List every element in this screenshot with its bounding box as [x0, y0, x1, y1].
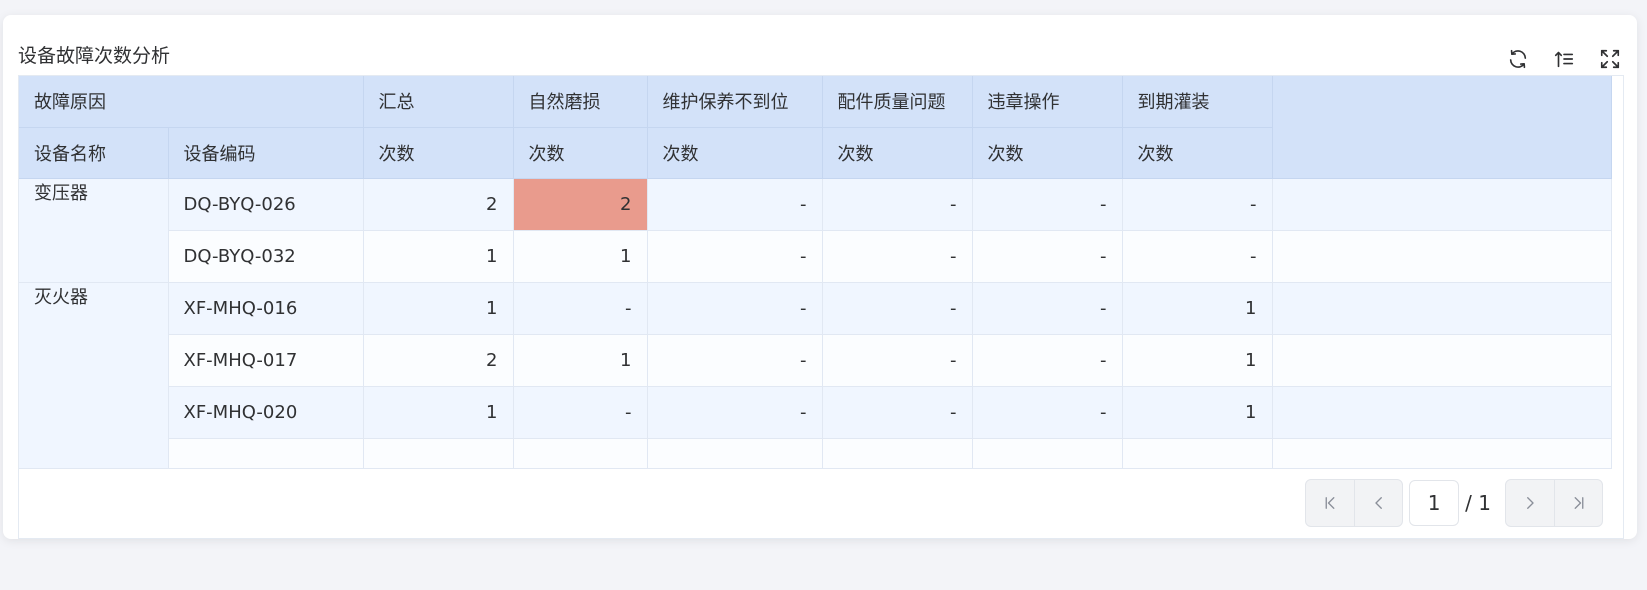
- count-cell: -: [1122, 178, 1273, 231]
- count-cell: 1: [1122, 334, 1273, 387]
- count-cell: -: [513, 386, 648, 439]
- refresh-button[interactable]: [1495, 47, 1541, 71]
- total-cell: 1: [363, 230, 514, 283]
- count-cell: 1: [513, 230, 648, 283]
- header-count-3: 次数: [972, 127, 1123, 179]
- count-cell: -: [647, 282, 823, 335]
- header-total: 汇总: [363, 76, 514, 128]
- last-page-button[interactable]: [1554, 480, 1602, 526]
- count-cell: [972, 438, 1123, 469]
- header-count-total: 次数: [363, 127, 514, 179]
- fullscreen-button[interactable]: [1587, 47, 1633, 71]
- device-code-cell: XF-MHQ-017: [168, 334, 364, 387]
- table-row: XF-MHQ-017 2 1 - - - 1: [19, 334, 1612, 387]
- count-cell: [822, 438, 973, 469]
- filler-cell: [1272, 178, 1612, 231]
- device-code-cell: DQ-BYQ-026: [168, 178, 364, 231]
- device-code-cell: DQ-BYQ-032: [168, 230, 364, 283]
- table-row: 灭火器 XF-MHQ-016 1 - - - - 1: [19, 282, 1612, 469]
- count-cell: -: [647, 178, 823, 231]
- table-row-partial: [19, 438, 1612, 469]
- page-total: / 1: [1465, 491, 1491, 515]
- count-cell: -: [822, 230, 973, 283]
- count-cell: 1: [1122, 282, 1273, 335]
- header-device-code: 设备编码: [168, 127, 364, 179]
- count-cell: [647, 438, 823, 469]
- page-number-input[interactable]: [1409, 480, 1460, 526]
- table-row: 变压器 DQ-BYQ-026 2 2 - - - -: [19, 178, 1612, 283]
- device-code-cell: [168, 438, 364, 469]
- last-page-icon: [1574, 497, 1583, 509]
- total-cell: 2: [363, 334, 514, 387]
- pagination-bar: / 1: [18, 469, 1624, 539]
- sort-icon: [1554, 51, 1574, 68]
- count-cell: -: [972, 178, 1123, 231]
- count-cell: -: [822, 386, 973, 439]
- pager: / 1: [1305, 479, 1603, 527]
- count-cell: -: [972, 282, 1123, 335]
- table-row: DQ-BYQ-032 1 1 - - - -: [19, 230, 1612, 283]
- header-count-2: 次数: [822, 127, 973, 179]
- count-cell: -: [822, 282, 973, 335]
- header-device-name: 设备名称: [19, 127, 169, 179]
- device-name-cell: 灭火器: [19, 282, 169, 469]
- count-cell: -: [1122, 230, 1273, 283]
- header-reason-4: 到期灌装: [1122, 76, 1273, 128]
- filler-cell: [1272, 334, 1612, 387]
- header-reason-1: 维护保养不到位: [647, 76, 823, 128]
- count-cell: -: [822, 334, 973, 387]
- prev-page-button[interactable]: [1354, 480, 1402, 526]
- count-cell: -: [972, 334, 1123, 387]
- refresh-icon: [1509, 49, 1527, 69]
- count-cell: 1: [513, 334, 648, 387]
- first-page-button[interactable]: [1306, 480, 1354, 526]
- panel-title: 设备故障次数分析: [18, 45, 171, 67]
- device-code-cell: XF-MHQ-016: [168, 282, 364, 335]
- total-cell: [363, 438, 514, 469]
- pager-next-group: [1505, 479, 1603, 527]
- count-cell: [1122, 438, 1273, 469]
- total-cell: 1: [363, 282, 514, 335]
- count-cell: -: [647, 230, 823, 283]
- count-cell: 1: [1122, 386, 1273, 439]
- header-count-0: 次数: [513, 127, 648, 179]
- header-reason-2: 配件质量问题: [822, 76, 973, 128]
- pager-prev-group: [1305, 479, 1404, 527]
- header-count-4: 次数: [1122, 127, 1273, 179]
- count-cell: -: [972, 386, 1123, 439]
- total-cell: 2: [363, 178, 514, 231]
- count-cell: -: [647, 334, 823, 387]
- device-code-cell: XF-MHQ-020: [168, 386, 364, 439]
- first-page-icon: [1325, 497, 1335, 509]
- header-reason-0: 自然磨损: [513, 76, 648, 128]
- count-cell: -: [647, 386, 823, 439]
- filler-cell: [1272, 282, 1612, 335]
- count-cell: [513, 438, 648, 469]
- total-cell: 1: [363, 386, 514, 439]
- table-row: XF-MHQ-020 1 - - - - 1: [19, 386, 1612, 439]
- filler-cell: [1272, 386, 1612, 439]
- fault-table: 故障原因 汇总 自然磨损 维护保养不到位 配件质量问题 违章操作 到期灌装 设备…: [19, 76, 1612, 469]
- device-name-cell: 变压器: [19, 178, 169, 283]
- panel-toolbar: [1495, 47, 1633, 71]
- header-filler: [1272, 76, 1612, 179]
- chevron-left-icon: [1374, 497, 1382, 509]
- count-cell: -: [972, 230, 1123, 283]
- filler-cell: [1272, 438, 1612, 469]
- fault-analysis-panel: 设备故障次数分析 故障原因 汇总 自然磨损 维护保养不到位 配件质量问题 违章操…: [3, 15, 1637, 539]
- fullscreen-icon: [1600, 49, 1620, 69]
- header-reason-3: 违章操作: [972, 76, 1123, 128]
- chevron-right-icon: [1527, 497, 1534, 509]
- count-cell: -: [513, 282, 648, 335]
- count-cell-highlighted: 2: [513, 178, 648, 231]
- data-table-wrapper[interactable]: 故障原因 汇总 自然磨损 维护保养不到位 配件质量问题 违章操作 到期灌装 设备…: [18, 75, 1624, 470]
- filler-cell: [1272, 230, 1612, 283]
- sort-button[interactable]: [1541, 47, 1587, 71]
- header-count-1: 次数: [647, 127, 823, 179]
- header-fault-reason: 故障原因: [19, 76, 364, 128]
- count-cell: -: [822, 178, 973, 231]
- next-page-button[interactable]: [1506, 480, 1554, 526]
